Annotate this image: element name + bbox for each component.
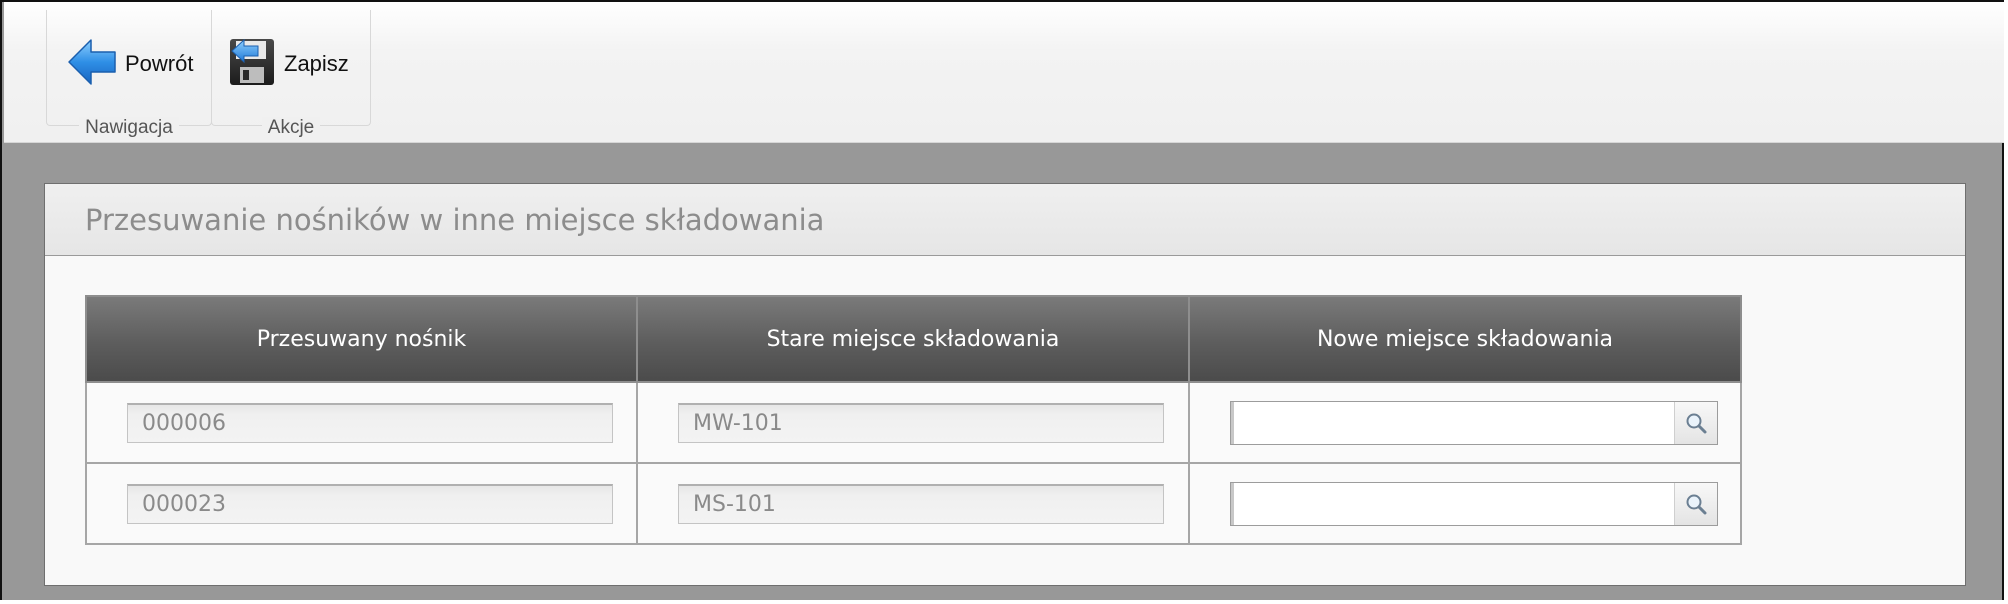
ribbon-group-navigation: Powrót Nawigacja	[46, 10, 212, 138]
table-cell: MS-101	[636, 462, 1190, 545]
table-cell	[1188, 462, 1742, 545]
ribbon-group-label-navigation: Nawigacja	[79, 117, 179, 138]
new-location-lookup	[1230, 400, 1718, 445]
table-row: 000006 MW-101	[85, 381, 1742, 464]
back-button-label: Powrót	[125, 51, 194, 76]
move-carriers-panel: Przesuwanie nośników w inne miejsce skła…	[44, 183, 1966, 586]
save-button[interactable]: Zapisz	[228, 36, 349, 92]
carrier-field: 000023	[127, 483, 613, 524]
new-location-input[interactable]	[1231, 482, 1674, 525]
panel-header: Przesuwanie nośników w inne miejsce skła…	[45, 184, 1965, 256]
table-cell: MW-101	[636, 381, 1190, 464]
old-location-field: MW-101	[678, 402, 1164, 443]
back-button[interactable]: Powrót	[67, 36, 193, 92]
table-cell	[1188, 381, 1742, 464]
save-button-label: Zapisz	[284, 51, 349, 76]
column-header-old-location: Stare miejsce składowania	[636, 295, 1190, 383]
table-cell: 000023	[85, 462, 638, 545]
new-location-lookup	[1230, 481, 1718, 526]
old-location-field: MS-101	[678, 483, 1164, 524]
column-header-new-location: Nowe miejsce składowania	[1188, 295, 1742, 383]
table-cell: 000006	[85, 381, 638, 464]
search-icon[interactable]	[1674, 401, 1717, 444]
carriers-table: Przesuwany nośnik Stare miejsce składowa…	[85, 295, 1742, 545]
table-row: 000023 MS-101	[85, 462, 1742, 545]
panel-title: Przesuwanie nośników w inne miejsce skła…	[85, 202, 825, 237]
save-floppy-icon	[228, 37, 276, 91]
ribbon-group-actions: Zapisz Akcje	[211, 10, 371, 138]
new-location-input[interactable]	[1231, 401, 1674, 444]
ribbon-group-label-actions: Akcje	[261, 117, 321, 138]
ribbon-toolbar: Powrót Nawigacja Zapisz Akcje	[4, 2, 2004, 143]
table-header-row: Przesuwany nośnik Stare miejsce składowa…	[85, 295, 1742, 383]
column-header-carrier: Przesuwany nośnik	[85, 295, 638, 383]
back-arrow-icon	[67, 37, 117, 91]
carrier-field: 000006	[127, 402, 613, 443]
search-icon[interactable]	[1674, 482, 1717, 525]
